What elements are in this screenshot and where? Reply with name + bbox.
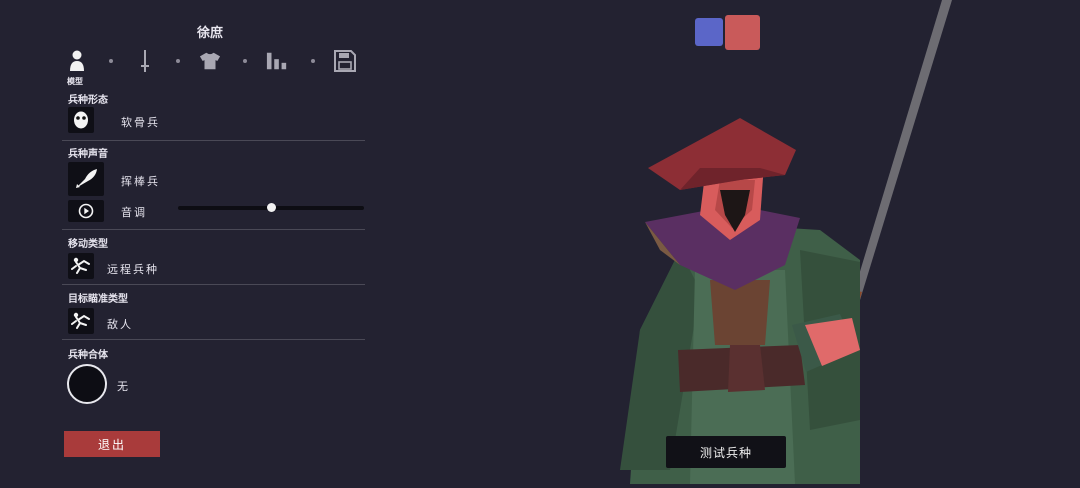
sword-icon (141, 50, 149, 72)
targeting-value: 敌人 (107, 318, 133, 331)
tab-separator-dot (176, 59, 180, 63)
play-voice-button[interactable] (68, 200, 104, 222)
play-icon (78, 203, 94, 219)
tab-separator-dot (311, 59, 315, 63)
combine-slot-button[interactable] (67, 364, 107, 404)
section-divider (62, 140, 365, 141)
section-divider (62, 339, 365, 340)
tab-separator-dot (109, 59, 113, 63)
section-title-combine: 兵种合体 (68, 350, 108, 361)
tab-separator-dot (243, 59, 247, 63)
voice-select-button[interactable] (68, 162, 104, 196)
tab-label-model: 模型 (67, 77, 83, 86)
section-title-voice: 兵种声音 (68, 149, 108, 160)
tab-weapon[interactable] (134, 48, 156, 74)
editor-tabs (66, 48, 366, 76)
form-select-button[interactable] (68, 107, 94, 133)
section-title-movement: 移动类型 (68, 239, 108, 250)
pitch-slider[interactable] (178, 203, 364, 212)
person-icon (70, 50, 84, 71)
tab-stats[interactable] (266, 48, 288, 74)
mask-icon (74, 111, 88, 129)
exit-button[interactable]: 退出 (64, 431, 160, 457)
voice-value: 挥棒兵 (121, 175, 160, 188)
combine-value: 无 (117, 380, 130, 393)
bar-chart-icon (266, 52, 287, 70)
section-divider (62, 229, 365, 230)
targeting-select-button[interactable] (68, 308, 94, 334)
test-unit-button[interactable]: 测试兵种 (666, 436, 786, 468)
unit-name: 徐庶 (196, 26, 223, 41)
movement-select-button[interactable] (68, 253, 94, 279)
movement-value: 远程兵种 (107, 263, 159, 276)
movement-icon (71, 257, 90, 274)
section-divider (62, 284, 365, 285)
section-title-targeting: 目标瞄准类型 (68, 294, 128, 305)
section-title-form: 兵种形态 (68, 95, 108, 106)
shirt-icon (199, 52, 221, 70)
save-icon (334, 50, 356, 72)
form-value: 软骨兵 (121, 116, 160, 129)
voice-icon (76, 169, 97, 188)
unit-character-model (620, 0, 952, 484)
pitch-label: 音调 (121, 206, 147, 219)
pitch-slider-thumb[interactable] (267, 203, 276, 212)
target-icon (71, 312, 90, 329)
tab-model[interactable] (66, 48, 88, 74)
unit-editor-panel: 徐庶 模型 兵种形态 软骨兵 兵种声音 挥棒兵 音调 移动类型 远程兵种 目标瞄… (0, 0, 375, 484)
unit-preview-viewport[interactable] (560, 0, 1080, 484)
tab-clothing[interactable] (199, 48, 221, 74)
tab-save[interactable] (334, 48, 356, 74)
